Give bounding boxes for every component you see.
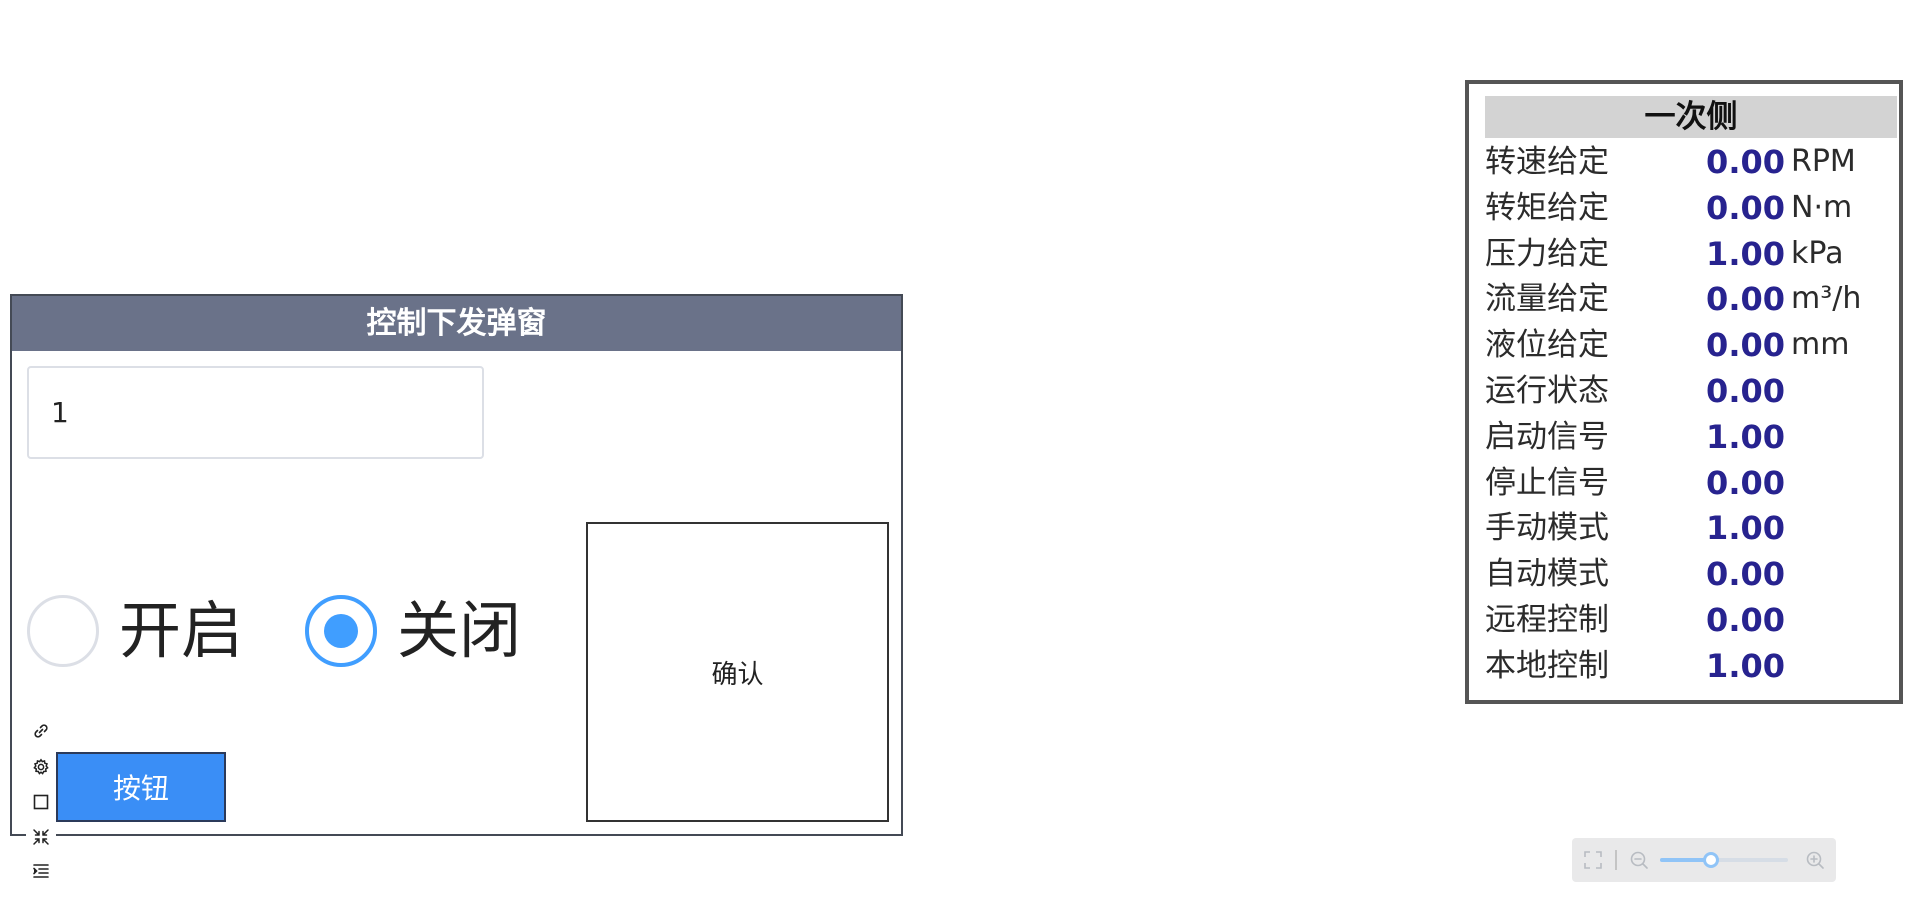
panel-row: 本地控制 1.00 (1485, 644, 1897, 688)
row-label: 自动模式 (1485, 556, 1609, 593)
row-value: 1.00 (1706, 234, 1785, 273)
panel-row: 压力给定 1.00 kPa (1485, 232, 1897, 276)
link-icon[interactable] (30, 720, 52, 742)
fullscreen-icon[interactable] (1582, 849, 1604, 871)
row-value: 0.00 (1706, 280, 1785, 319)
row-value: 1.00 (1706, 509, 1785, 548)
action-button[interactable]: 按钮 (56, 752, 226, 822)
radio-close-circle[interactable] (305, 595, 377, 667)
row-label: 压力给定 (1485, 235, 1609, 272)
row-value: 0.00 (1706, 555, 1785, 594)
dialog-title: 控制下发弹窗 (12, 296, 901, 351)
row-label: 远程控制 (1485, 602, 1609, 638)
row-unit: m³/h (1791, 281, 1862, 317)
panel-row: 自动模式 0.00 (1485, 552, 1897, 596)
zoom-separator (1615, 850, 1617, 870)
row-label: 转速给定 (1485, 144, 1609, 180)
row-label: 液位给定 (1485, 327, 1609, 364)
row-label: 流量给定 (1485, 281, 1609, 318)
row-value: 1.00 (1706, 417, 1785, 456)
radio-open-circle[interactable] (27, 595, 99, 667)
zoom-in-icon[interactable] (1804, 849, 1826, 871)
value-input[interactable] (27, 366, 484, 459)
row-label: 手动模式 (1485, 510, 1609, 547)
confirm-button[interactable]: 确认 (586, 522, 889, 822)
panel-row: 运行状态 0.00 (1485, 369, 1897, 413)
collapse-icon[interactable] (30, 826, 52, 848)
panel-row: 停止信号 0.00 (1485, 461, 1897, 505)
panel-title: 一次侧 (1485, 96, 1897, 138)
row-value: 0.00 (1706, 143, 1785, 181)
panel-row: 流量给定 0.00 m³/h (1485, 277, 1897, 321)
row-label: 启动信号 (1485, 418, 1609, 455)
square-icon[interactable] (30, 791, 52, 813)
row-unit: N·m (1791, 189, 1853, 225)
row-value: 0.00 (1706, 188, 1785, 227)
radio-close[interactable]: 关闭 (305, 593, 521, 669)
data-panel: 一次侧 转速给定 0.00 RPM 转矩给定 0.00 N·m 压力给定 1.00 kPa 流量给… (1465, 80, 1903, 704)
row-unit: kPa (1791, 235, 1844, 271)
panel-row: 启动信号 1.00 (1485, 415, 1897, 459)
row-label: 本地控制 (1485, 647, 1609, 684)
row-value: 0.00 (1706, 601, 1785, 639)
row-value: 0.00 (1706, 463, 1785, 502)
gear-icon[interactable] (30, 756, 52, 778)
row-value: 1.00 (1706, 646, 1785, 685)
radio-open-label: 开启 (119, 594, 244, 667)
panel-row: 液位给定 0.00 mm (1485, 323, 1897, 367)
radio-selected-dot (324, 614, 358, 648)
row-unit: RPM (1791, 144, 1856, 179)
row-value: 0.00 (1706, 326, 1785, 365)
zoom-slider-thumb[interactable] (1703, 852, 1720, 868)
side-toolbar (26, 714, 56, 889)
control-dialog: 控制下发弹窗 开启 关闭 确认 按钮 (10, 294, 903, 836)
zoom-out-icon[interactable] (1628, 849, 1650, 871)
radio-open[interactable]: 开启 (27, 593, 243, 669)
panel-row: 转矩给定 0.00 N·m (1485, 186, 1897, 230)
zoom-slider[interactable] (1660, 852, 1788, 868)
radio-close-label: 关闭 (397, 594, 522, 667)
row-value: 0.00 (1706, 372, 1785, 410)
row-unit: mm (1791, 327, 1850, 363)
panel-row: 转速给定 0.00 RPM (1485, 140, 1897, 184)
panel-row: 远程控制 0.00 (1485, 598, 1897, 642)
row-label: 运行状态 (1485, 373, 1609, 409)
row-label: 转矩给定 (1485, 189, 1609, 226)
zoom-control (1572, 838, 1836, 882)
indent-icon[interactable] (30, 860, 52, 882)
panel-row: 手动模式 1.00 (1485, 506, 1897, 550)
row-label: 停止信号 (1485, 464, 1609, 501)
